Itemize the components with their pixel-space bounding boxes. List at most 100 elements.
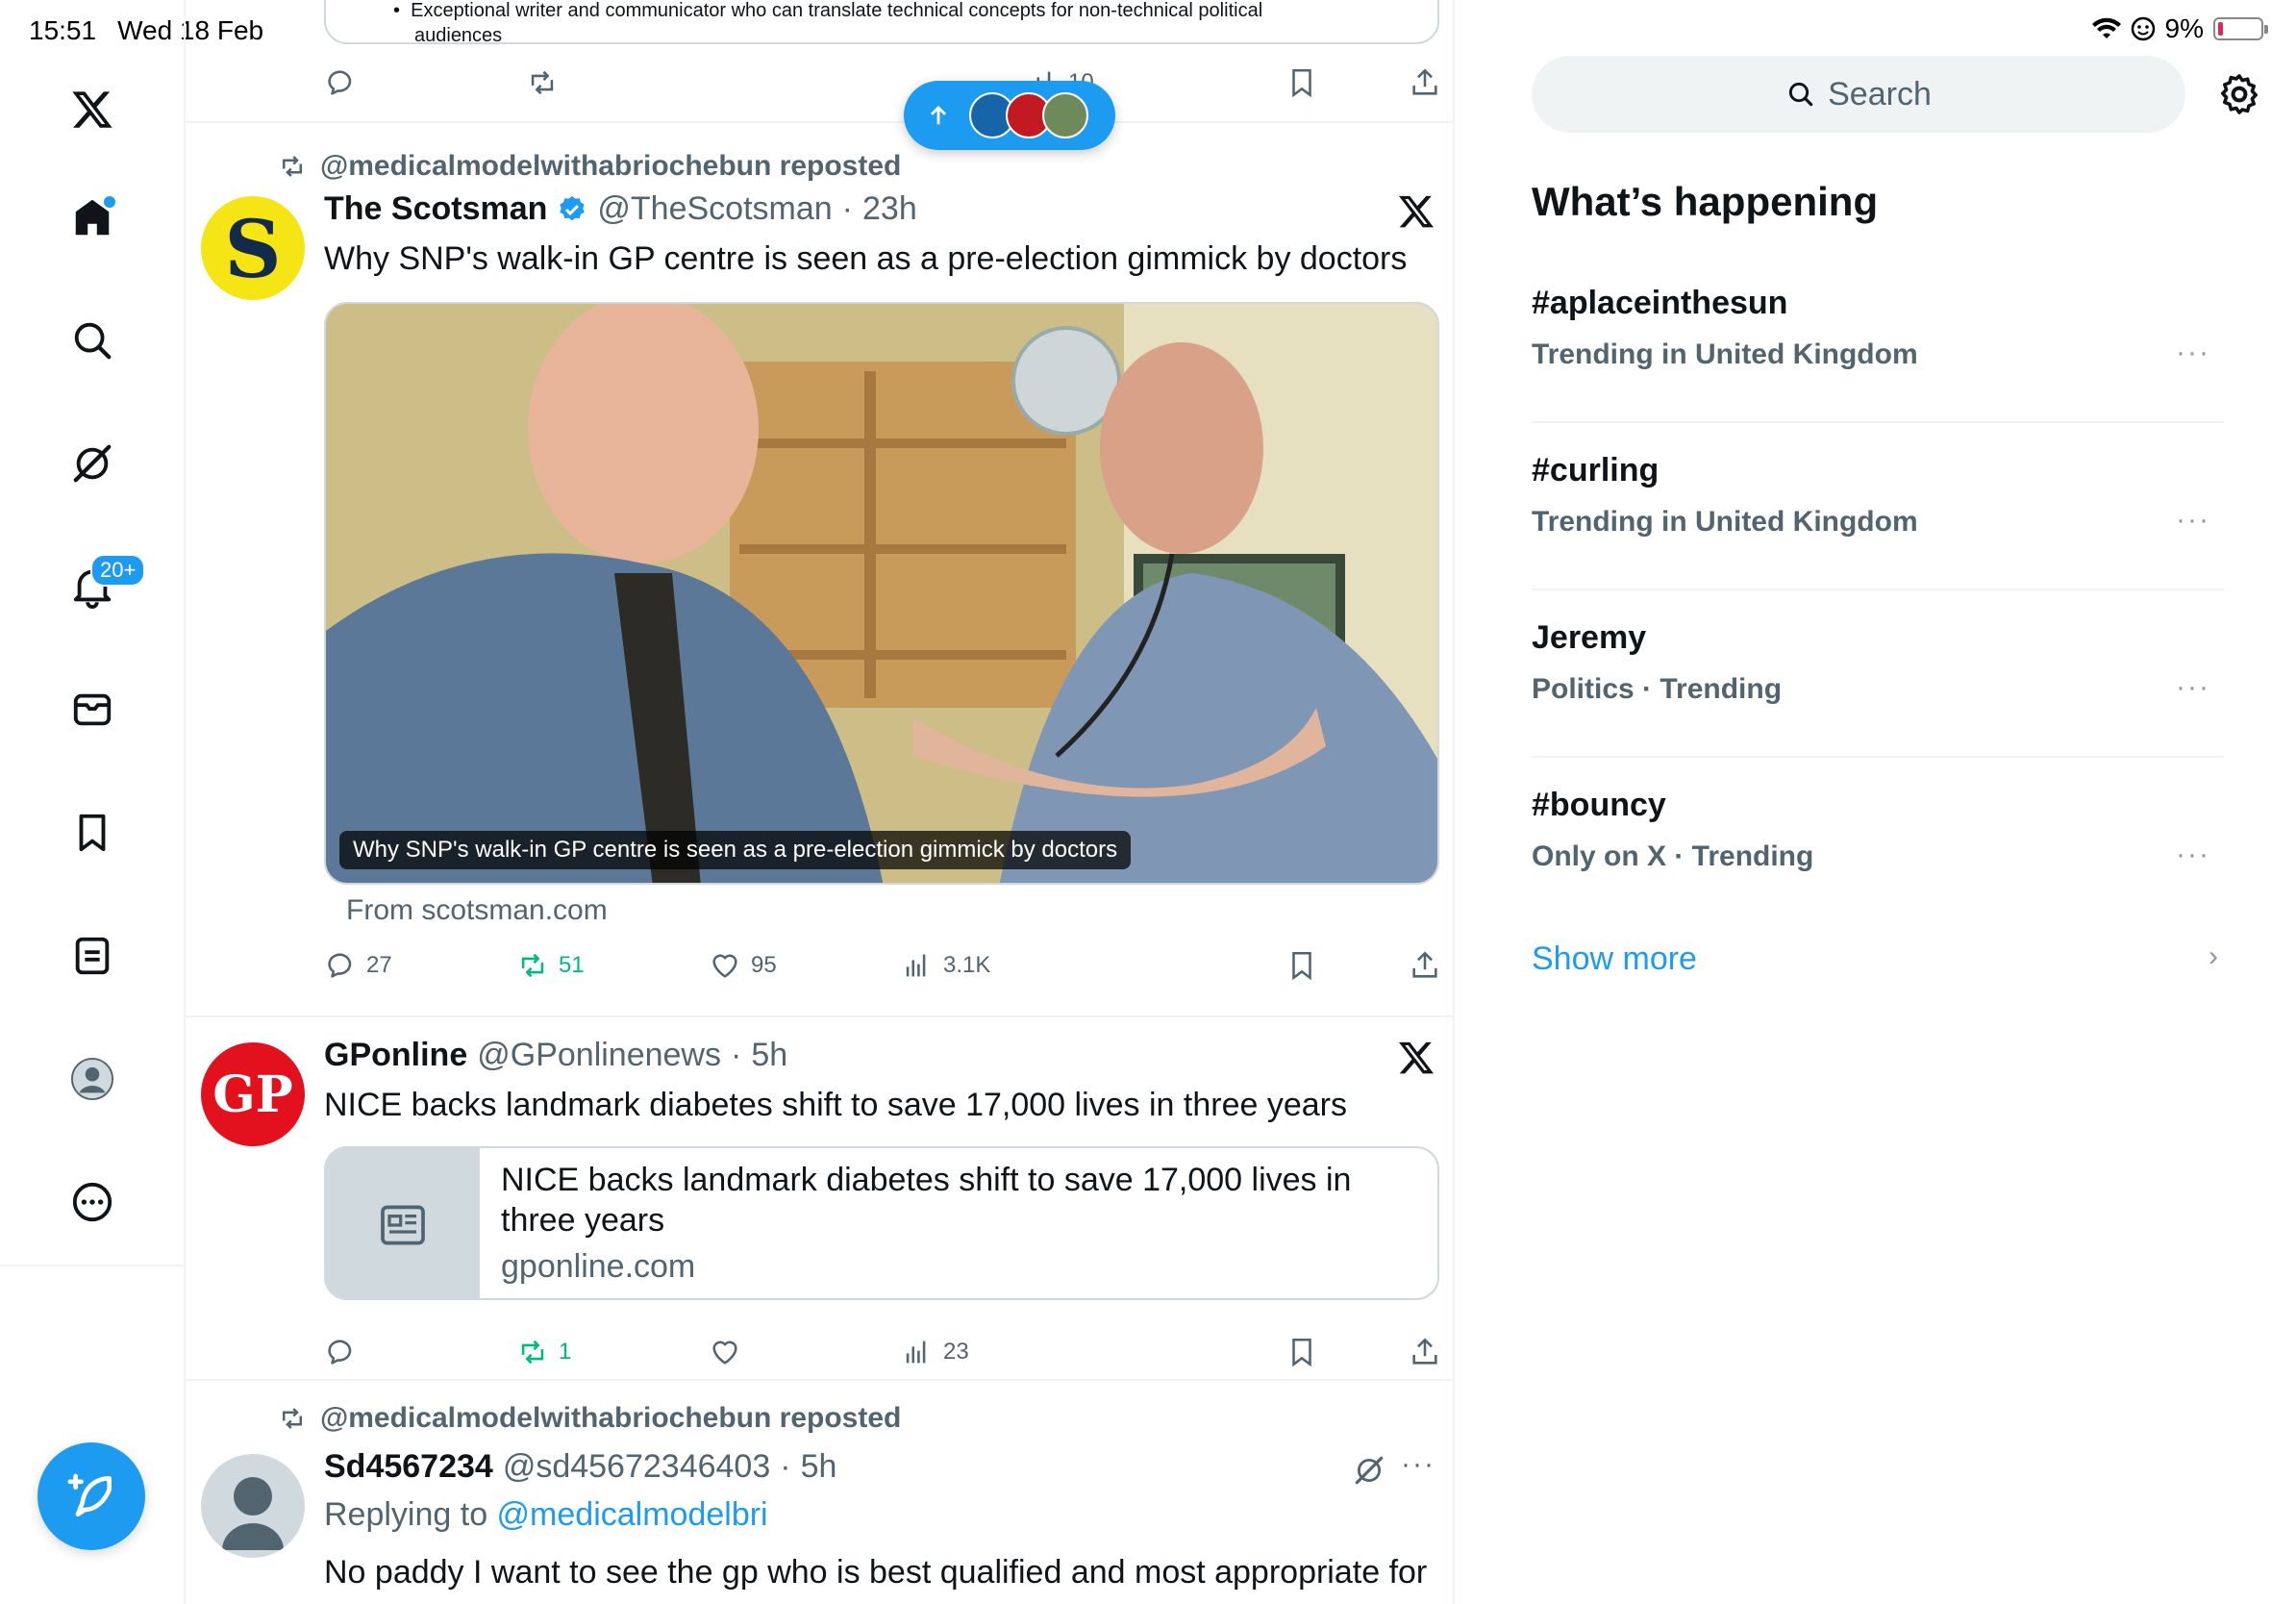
scotsman-logo-icon: S <box>224 204 281 296</box>
trend-more-button[interactable]: ··· <box>2176 504 2210 537</box>
share-button[interactable] <box>1409 946 1441 985</box>
link-preview-card[interactable]: NICE backs landmark diabetes shift to sa… <box>324 1146 1439 1300</box>
quoted-card-partial[interactable]: • Exceptional writer and communicator wh… <box>324 0 1439 46</box>
views-button[interactable]: 23 <box>901 1333 969 1371</box>
trend-meta: Trending in United Kingdom <box>1532 506 1918 538</box>
nav-divider <box>0 1265 186 1266</box>
gponline-avatar[interactable]: GP <box>201 1042 305 1146</box>
sd4567234-avatar[interactable] <box>201 1454 305 1558</box>
reply-button[interactable] <box>324 63 357 102</box>
tweet-text: Why SNP's walk-in GP centre is seen as a… <box>324 240 1408 277</box>
trend-item[interactable]: #curling Trending in United Kingdom ··· <box>1532 423 2224 590</box>
home-unread-dot <box>104 196 115 208</box>
share-icon <box>1412 951 1437 978</box>
trend-more-button[interactable]: ··· <box>2176 839 2210 871</box>
tweet-text: NICE backs landmark diabetes shift to sa… <box>324 1087 1347 1123</box>
author-name[interactable]: Sd4567234 <box>324 1448 493 1486</box>
timestamp[interactable]: 23h <box>862 190 917 228</box>
trend-meta: Only on X · Trending <box>1532 840 1814 872</box>
replying-prefix: Replying to <box>324 1496 497 1533</box>
verified-badge-icon <box>560 195 586 220</box>
trend-item[interactable]: #bouncy Only on X · Trending ··· <box>1532 758 2224 925</box>
messages-icon[interactable] <box>63 681 121 739</box>
author-handle[interactable]: @sd45672346403 <box>503 1448 770 1486</box>
timestamp[interactable]: 5h <box>801 1448 837 1486</box>
author-name[interactable]: GPonline <box>324 1037 467 1074</box>
tweet-sd4567234[interactable]: @medicalmodelwithabriochebun reposted Sd… <box>186 1381 1453 1604</box>
timeline-feed[interactable]: • Exceptional writer and communicator wh… <box>186 0 1455 1604</box>
reply-button[interactable]: 27 <box>324 946 392 985</box>
like-button[interactable]: 95 <box>709 946 777 985</box>
compose-post-button[interactable] <box>37 1442 145 1550</box>
doctor-patient-photo <box>326 304 1437 883</box>
bookmark-button[interactable] <box>1285 63 1318 102</box>
views-icon <box>906 1341 926 1364</box>
settings-gear-icon[interactable] <box>2216 71 2262 117</box>
tweet-media-image[interactable]: Why SNP's walk-in GP centre is seen as a… <box>324 302 1439 885</box>
new-posts-pill[interactable] <box>904 81 1115 150</box>
link-source[interactable]: From scotsman.com <box>346 894 608 927</box>
more-options-button[interactable]: ··· <box>1401 1448 1435 1481</box>
replying-to-handle[interactable]: @medicalmodelbri <box>497 1496 768 1533</box>
trend-item[interactable]: #aplaceinthesun Trending in United Kingd… <box>1532 256 2224 423</box>
search-input[interactable]: Search <box>1532 56 2185 133</box>
like-button[interactable] <box>709 1333 751 1371</box>
separator-dot: · <box>731 1037 742 1073</box>
bookmark-icon <box>1292 1338 1311 1367</box>
bullet-text-1: Exceptional writer and communicator who … <box>411 0 1263 21</box>
repost-small-icon <box>283 156 302 177</box>
notifications-bell-icon[interactable]: 20+ <box>63 554 146 615</box>
grok-icon[interactable] <box>63 435 121 492</box>
tweet-header: Sd4567234 @sd45672346403 · 5h <box>324 1448 836 1486</box>
share-button[interactable] <box>1409 1333 1441 1371</box>
profile-avatar-icon[interactable] <box>63 1050 121 1108</box>
bookmark-button[interactable] <box>1285 1333 1318 1371</box>
messages-svg <box>73 693 112 726</box>
repost-button[interactable]: 1 <box>516 1333 571 1371</box>
svg-text:S: S <box>224 204 281 296</box>
reply-icon <box>328 70 352 95</box>
repost-button[interactable] <box>526 63 559 102</box>
search-icon <box>1788 82 1813 107</box>
scotsman-avatar[interactable]: S <box>201 196 305 300</box>
link-title: NICE backs landmark diabetes shift to sa… <box>501 1162 1352 1239</box>
author-name[interactable]: The Scotsman <box>324 190 547 228</box>
author-handle[interactable]: @TheScotsman <box>597 190 832 228</box>
chevron-right-icon: › <box>2209 940 2218 972</box>
whats-happening-title: What’s happening <box>1532 179 1879 224</box>
x-logo-icon[interactable] <box>63 81 121 138</box>
x-source-icon[interactable] <box>1397 192 1435 231</box>
trend-item[interactable]: Jeremy Politics · Trending ··· <box>1532 590 2224 758</box>
trend-name: #aplaceinthesun <box>1532 285 1788 321</box>
home-icon[interactable] <box>63 188 121 246</box>
trend-more-button[interactable]: ··· <box>2176 671 2210 704</box>
more-options-icon[interactable] <box>63 1173 121 1231</box>
lists-icon[interactable] <box>63 927 121 985</box>
tweet-scotsman[interactable]: @medicalmodelwithabriochebun reposted S … <box>186 123 1453 1017</box>
tweet-partial-top[interactable]: • Exceptional writer and communicator wh… <box>186 0 1453 123</box>
trend-more-button[interactable]: ··· <box>2176 337 2210 369</box>
reply-button[interactable] <box>324 1333 366 1371</box>
explore-search-icon[interactable] <box>63 312 121 369</box>
bookmarks-icon[interactable] <box>63 804 121 862</box>
timestamp[interactable]: 5h <box>751 1037 787 1074</box>
repost-icon <box>531 70 554 95</box>
arrow-up-icon <box>931 105 946 125</box>
tweet-gponline[interactable]: GP GPonline @GPonlinenews · 5h NICE back… <box>186 1017 1453 1381</box>
trend-name: #curling <box>1532 452 1660 489</box>
show-more-link[interactable]: Show more › <box>1532 940 2224 978</box>
grok-icon[interactable] <box>1353 1454 1385 1487</box>
bookmark-button[interactable] <box>1285 946 1318 985</box>
x-source-icon[interactable] <box>1397 1039 1435 1077</box>
bookmark-icon <box>1292 68 1311 98</box>
author-handle[interactable]: @GPonlinenews <box>477 1037 721 1074</box>
repost-button[interactable]: 51 <box>516 946 585 985</box>
share-button[interactable] <box>1409 63 1441 102</box>
views-button[interactable]: 3.1K <box>901 946 990 985</box>
default-avatar-icon <box>222 1477 284 1550</box>
notifications-badge: 20+ <box>90 554 146 587</box>
share-icon <box>1412 68 1437 95</box>
article-thumbnail <box>326 1148 480 1298</box>
search-placeholder: Search <box>1828 75 1932 113</box>
left-nav: 20+ <box>0 0 186 1604</box>
